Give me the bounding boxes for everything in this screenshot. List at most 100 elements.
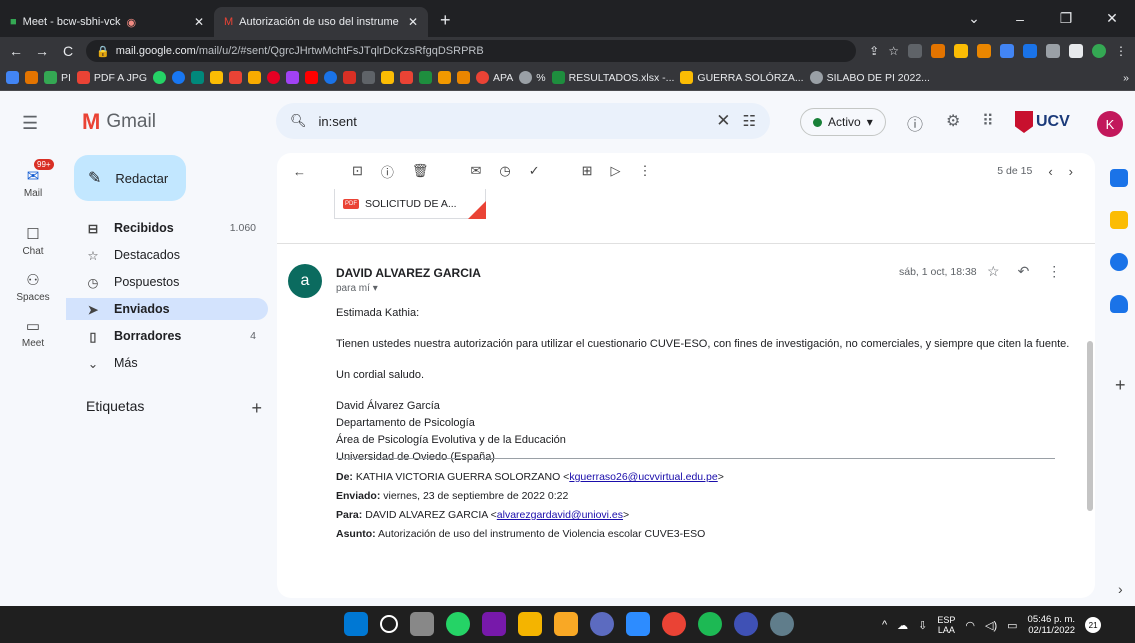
add-task-icon[interactable]: ✓ — [529, 163, 540, 179]
search-bar[interactable]: 🔍︎ in:sent ✕ ☷ — [276, 103, 770, 139]
add-label-icon[interactable]: + — [251, 398, 262, 419]
recipient-toggle[interactable]: para mí ▾ — [336, 283, 378, 294]
classroom-icon[interactable] — [419, 71, 433, 84]
bookmark-icon[interactable] — [286, 71, 300, 84]
search-input[interactable]: in:sent — [319, 114, 357, 129]
attachment-chip[interactable]: PDF SOLICITUD DE A... — [334, 189, 486, 219]
app-icon[interactable] — [770, 612, 794, 636]
bookmark-icon[interactable] — [324, 71, 338, 84]
usb-icon[interactable]: ⇩ — [918, 619, 927, 632]
bookmark-resultados[interactable]: RESULTADOS.xlsx -... — [551, 71, 674, 84]
chrome-icon[interactable] — [662, 612, 686, 636]
delete-icon[interactable]: 🗑︎ — [412, 163, 429, 179]
bookmark-pdf-a-jpg[interactable]: PDF A JPG — [76, 71, 147, 84]
organization-logo[interactable]: UCV — [1015, 107, 1085, 137]
drive-icon[interactable] — [210, 71, 224, 84]
windows-start-icon[interactable] — [344, 612, 368, 636]
status-selector[interactable]: Activo ▾ — [800, 108, 886, 136]
reply-icon[interactable]: ↶ — [1018, 263, 1030, 280]
newer-icon[interactable]: ‹ — [1048, 164, 1052, 179]
tasks-icon[interactable] — [1110, 253, 1128, 271]
bookmark-icon[interactable] — [381, 71, 395, 84]
pinterest-icon[interactable] — [267, 71, 281, 84]
help-icon[interactable]: ⓘ — [907, 111, 923, 135]
clear-search-icon[interactable]: ✕ — [716, 111, 730, 131]
youtube-icon[interactable] — [305, 71, 319, 84]
more-bookmarks-icon[interactable]: » — [1123, 72, 1129, 84]
app-icon[interactable] — [734, 612, 758, 636]
report-spam-icon[interactable]: ⓘ — [381, 162, 394, 181]
bookmark-icon[interactable] — [400, 71, 414, 84]
snooze-icon[interactable]: ◷ — [499, 163, 510, 179]
language-indicator[interactable]: ESP LAA — [937, 615, 955, 635]
rail-item-spaces[interactable]: ⚇ Spaces — [0, 271, 66, 303]
browser-tab-meet[interactable]: ■ Meet - bcw-sbhi-vck ◉ ✕ — [0, 7, 214, 37]
file-explorer-icon[interactable] — [518, 612, 542, 636]
bookmark-icon[interactable] — [343, 71, 357, 84]
restore-button[interactable]: ❐ — [1043, 10, 1089, 27]
settings-gear-icon[interactable]: ⚙ — [946, 111, 960, 131]
extension-icon[interactable] — [977, 44, 991, 58]
bookmark-silabo[interactable]: SILABO DE PI 2022... — [809, 71, 930, 84]
share-icon[interactable]: ⇪ — [869, 44, 879, 58]
back-to-list-icon[interactable]: ← — [293, 164, 306, 179]
cloud-icon[interactable]: ☁ — [897, 619, 908, 632]
url-field[interactable]: 🔒 mail.google.com/mail/u/2/#sent/QgrcJHr… — [86, 40, 856, 62]
folder-starred[interactable]: ☆ Destacados — [66, 244, 268, 266]
apps-grid-icon[interactable]: ⠿ — [982, 111, 994, 131]
bookmark-icon[interactable] — [248, 71, 262, 84]
to-email-link[interactable]: alvarezgardavid@uniovi.es — [497, 509, 623, 521]
label-icon[interactable]: ▷ — [611, 163, 621, 179]
bookmark-icon[interactable] — [25, 71, 38, 84]
extension-icon[interactable] — [1000, 44, 1014, 58]
folder-drafts[interactable]: ▯ Borradores 4 — [66, 325, 268, 347]
whatsapp-icon[interactable] — [446, 612, 470, 636]
bookmark-guerra[interactable]: GUERRA SOLÓRZA... — [680, 71, 804, 84]
app-icon[interactable] — [590, 612, 614, 636]
profile-icon[interactable] — [1092, 44, 1106, 58]
extension-icon[interactable] — [1023, 44, 1037, 58]
forward-icon[interactable]: → — [34, 43, 50, 59]
sidepanel-icon[interactable] — [1069, 44, 1083, 58]
bookmark-icon[interactable] — [191, 71, 205, 84]
close-window-button[interactable]: ✕ — [1089, 10, 1135, 27]
spotify-icon[interactable] — [698, 612, 722, 636]
bookmark-icon[interactable] — [457, 71, 471, 84]
more-options-icon[interactable]: ⋮ — [639, 163, 652, 179]
wifi-icon[interactable]: ◠ — [965, 619, 975, 632]
search-icon[interactable]: 🔍︎ — [290, 113, 307, 129]
folder-snoozed[interactable]: ◷ Pospuestos — [66, 271, 268, 293]
scrollbar-thumb[interactable] — [1087, 341, 1093, 511]
taskbar-search-icon[interactable] — [380, 615, 398, 633]
add-addon-icon[interactable]: + — [1115, 375, 1126, 396]
archive-icon[interactable]: ⊡ — [352, 163, 363, 179]
star-icon[interactable]: ☆ — [987, 263, 1000, 280]
gmail-logo[interactable]: M Gmail — [82, 109, 156, 135]
gmail-icon[interactable] — [229, 71, 243, 84]
account-avatar[interactable]: K — [1097, 111, 1123, 137]
bookmark-icon[interactable] — [362, 71, 376, 84]
sender-avatar[interactable]: a — [288, 264, 322, 298]
bookmark-percent[interactable]: % — [519, 71, 546, 84]
minimize-button[interactable]: – — [997, 11, 1043, 27]
extension-icon[interactable] — [931, 44, 945, 58]
folder-more[interactable]: ⌄ Más — [66, 352, 268, 374]
menu-kebab-icon[interactable]: ⋮ — [1115, 44, 1127, 58]
folder-sent[interactable]: ➤ Enviados — [66, 298, 268, 320]
back-icon[interactable]: ← — [8, 43, 24, 59]
bookmark-apa[interactable]: APA — [476, 71, 513, 84]
bookmark-pi[interactable]: PI — [44, 71, 71, 84]
bookmark-star-icon[interactable]: ☆ — [888, 44, 899, 58]
older-icon[interactable]: › — [1069, 164, 1073, 179]
rail-item-mail[interactable]: ✉ 99+ Mail — [0, 159, 66, 199]
rail-item-chat[interactable]: ☐ Chat — [0, 225, 66, 257]
task-view-icon[interactable] — [410, 612, 434, 636]
browser-tab-gmail[interactable]: M Autorización de uso del instrume ✕ — [214, 7, 428, 37]
whatsapp-icon[interactable] — [153, 71, 167, 84]
translate-extension-icon[interactable] — [908, 44, 922, 58]
app-icon[interactable] — [554, 612, 578, 636]
close-tab-icon[interactable]: ✕ — [408, 15, 418, 29]
sender-name[interactable]: DAVID ALVAREZ GARCIA — [336, 266, 481, 280]
puzzle-icon[interactable] — [1046, 44, 1060, 58]
reload-icon[interactable]: C — [60, 43, 76, 59]
